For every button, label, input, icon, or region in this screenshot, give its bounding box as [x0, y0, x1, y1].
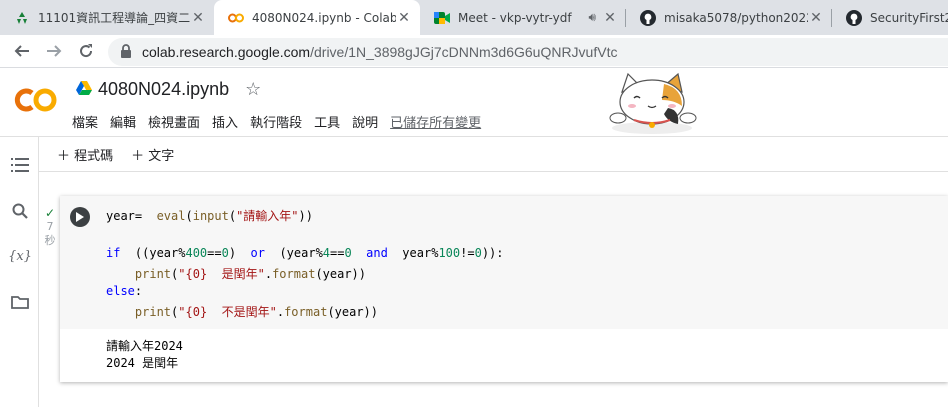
menu-view[interactable]: 檢視畫面 [148, 112, 200, 131]
browser-tab-strip: 11101資訊工程導論_四資二 ✕ 4080N024.ipynb - Colab… [0, 0, 948, 35]
lock-icon[interactable] [120, 43, 132, 62]
colab-logo[interactable] [14, 86, 58, 118]
tab-divider [831, 9, 832, 27]
execution-time-unit: 秒 [44, 234, 56, 247]
star-icon[interactable]: ☆ [245, 79, 261, 100]
left-arrow-icon[interactable] [10, 39, 34, 63]
reload-icon[interactable] [74, 39, 98, 63]
menu-help[interactable]: 說明 [352, 112, 378, 131]
play-icon[interactable] [70, 207, 90, 227]
cell-execution-status: ✓ 7 秒 [40, 206, 60, 248]
tab-title: Meet - vkp-vytr-ydf [458, 10, 572, 25]
folder-icon[interactable] [10, 292, 30, 312]
notebook-title[interactable]: 4080N024.ipynb [98, 79, 229, 100]
execution-time: 7 [46, 220, 54, 233]
cell-output: 請輸入年2024 2024 是閏年 [106, 338, 183, 372]
meet-favicon-icon [434, 10, 450, 26]
menu-file[interactable]: 檔案 [72, 112, 98, 131]
add-text-button[interactable]: ＋ 文字 [131, 145, 174, 164]
colab-favicon-icon [228, 10, 244, 26]
code-editor[interactable]: year= eval(input("請輸入年")) if ((year%400=… [100, 196, 948, 329]
tab-course[interactable]: 11101資訊工程導論_四資二 ✕ [0, 0, 214, 35]
url-host: colab.research.google.com [142, 44, 311, 60]
close-icon[interactable]: ✕ [396, 10, 412, 26]
close-icon[interactable]: ✕ [602, 10, 618, 26]
code-line-5: else: [106, 284, 143, 298]
table-of-contents-icon[interactable] [10, 155, 30, 175]
code-line-4: print("{0} 是閏年".format(year)) [134, 267, 367, 281]
tab-meet[interactable]: Meet - vkp-vytr-ydf 🔊︎ ✕ [420, 0, 626, 35]
check-icon: ✓ [44, 206, 56, 220]
cell-gutter [60, 196, 100, 329]
code-line-6: print("{0} 不是閏年".format(year)) [134, 305, 379, 319]
github-favicon-icon [640, 9, 656, 26]
tab-title: 11101資訊工程導論_四資二 [38, 11, 190, 25]
close-icon[interactable]: ✕ [808, 10, 824, 26]
github-favicon-icon [846, 9, 862, 26]
menu-runtime[interactable]: 執行階段 [250, 112, 302, 131]
search-icon[interactable] [10, 201, 30, 221]
url-path: /drive/1N_3898gJGj7cDNNm3d6G6uQNRJvufVtc [310, 44, 618, 60]
right-arrow-icon[interactable] [42, 39, 66, 63]
notebook-toolbar: ＋ 程式碼 ＋ 文字 [39, 137, 948, 172]
left-sidebar: {x} [0, 137, 39, 407]
code-line-3: if ((year%400==0) or (year%4==0 and year… [106, 246, 504, 260]
tab-github-python[interactable]: misaka5078/python2022 ✕ [626, 0, 832, 35]
variables-icon[interactable]: {x} [8, 246, 32, 266]
save-status-link[interactable]: 已儲存所有變更 [390, 112, 481, 131]
tab-divider [625, 9, 626, 27]
output-line: 請輸入年2024 [106, 339, 183, 353]
tab-title: 4080N024.ipynb - Colabo [252, 10, 396, 25]
menu-tools[interactable]: 工具 [314, 112, 340, 131]
tab-title: misaka5078/python2022 [664, 10, 808, 25]
output-line: 2024 是閏年 [106, 356, 179, 370]
menu-bar: 檔案 編輯 檢視畫面 插入 執行階段 工具 說明 已儲存所有變更 [72, 112, 493, 131]
tab-colab[interactable]: 4080N024.ipynb - Colabo ✕ [214, 0, 420, 35]
close-icon[interactable]: ✕ [190, 10, 206, 26]
menu-edit[interactable]: 編輯 [110, 112, 136, 131]
tab-github-security[interactable]: SecurityFirst20 [832, 0, 948, 35]
colab-header: 4080N024.ipynb ☆ 檔案 編輯 檢視畫面 插入 執行階段 工具 說… [0, 68, 948, 137]
google-drive-icon [76, 80, 92, 99]
add-code-button[interactable]: ＋ 程式碼 [57, 145, 113, 164]
speaker-icon[interactable]: 🔊︎ [588, 10, 596, 25]
url-field[interactable]: colab.research.google.com/drive/1N_3898g… [108, 38, 948, 66]
code-cell[interactable]: year= eval(input("請輸入年")) if ((year%400=… [60, 196, 948, 382]
calico-cat-mascot [604, 70, 702, 140]
address-bar-row: colab.research.google.com/drive/1N_3898g… [0, 35, 948, 68]
code-line-1: year= eval(input("請輸入年")) [106, 209, 313, 223]
menu-insert[interactable]: 插入 [212, 112, 238, 131]
tab-title: SecurityFirst20 [870, 10, 948, 25]
recycle-favicon-icon [14, 10, 30, 26]
